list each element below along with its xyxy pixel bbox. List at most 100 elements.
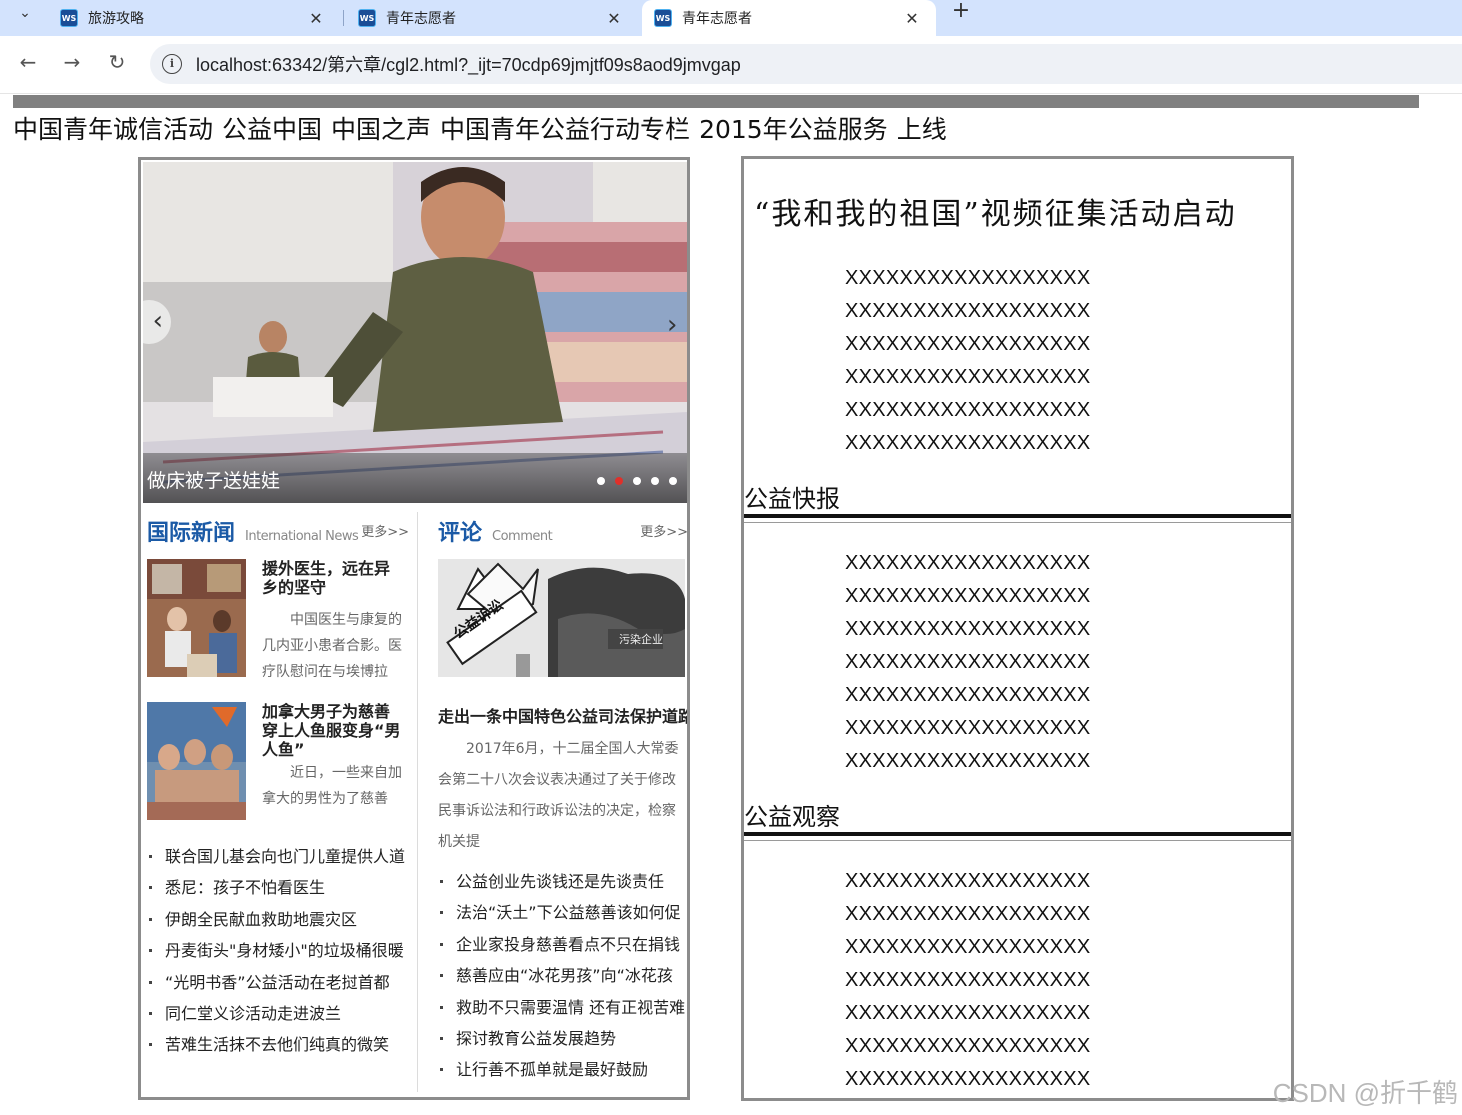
close-icon[interactable]: ✕: [604, 9, 624, 28]
placeholder-line: XXXXXXXXXXXXXXXXXX: [845, 1035, 1091, 1057]
forward-arrow-icon[interactable]: →: [58, 48, 86, 76]
placeholder-line: XXXXXXXXXXXXXXXXXX: [845, 903, 1091, 925]
carousel-caption[interactable]: 做床被子送娃娃: [147, 466, 280, 493]
list-item[interactable]: 联合国儿基会向也门儿童提供人道: [147, 841, 409, 872]
news-thumbnail[interactable]: [147, 559, 246, 677]
placeholder-line: XXXXXXXXXXXXXXXXXX: [845, 300, 1091, 322]
news-item[interactable]: 援外医生，远在异乡的坚守 中国医生与康复的几内亚小患者合影。医疗队慰问在与埃博拉: [147, 545, 409, 688]
carousel-dots: [587, 477, 677, 485]
news-thumbnail[interactable]: [147, 702, 246, 820]
reload-icon[interactable]: ↻: [103, 48, 131, 76]
list-item[interactable]: 救助不只需要温情 还有正视苦难: [438, 992, 687, 1023]
nav-link[interactable]: 公益中国: [222, 110, 322, 146]
placeholder-text-block: XXXXXXXXXXXXXXXXXX XXXXXXXXXXXXXXXXXX XX…: [845, 547, 1091, 778]
image-carousel[interactable]: 做床被子送娃娃 ‹ ›: [143, 162, 687, 503]
list-item[interactable]: 丹麦街头"身材矮小"的垃圾桶很暖: [147, 935, 409, 966]
tab-travel[interactable]: WS 旅游攻略 ✕: [48, 0, 340, 36]
intl-news-column: 国际新闻 International News 更多>> 援外医生，远在异乡的坚: [147, 515, 409, 1061]
placeholder-line: XXXXXXXXXXXXXXXXXX: [845, 651, 1091, 673]
placeholder-text-block: XXXXXXXXXXXXXXXXXX XXXXXXXXXXXXXXXXXX XX…: [845, 865, 1091, 1096]
placeholder-line: XXXXXXXXXXXXXXXXXX: [845, 267, 1091, 289]
comment-column: 评论 Comment 更多>> 公益诉讼 污染企业 走出一条中国特色公益司法保护…: [438, 515, 687, 1086]
tab-volunteer-active[interactable]: WS 青年志愿者 ✕: [642, 0, 936, 36]
placeholder-line: XXXXXXXXXXXXXXXXXX: [845, 552, 1091, 574]
close-icon[interactable]: ✕: [902, 9, 922, 28]
list-item[interactable]: 法治“沃土”下公益慈善该如何促: [438, 897, 687, 928]
placeholder-text-block: XXXXXXXXXXXXXXXXXX XXXXXXXXXXXXXXXXXX XX…: [845, 262, 1091, 460]
carousel-next-icon[interactable]: ›: [667, 310, 687, 340]
nav-link[interactable]: 2015年公益服务: [699, 110, 888, 146]
placeholder-line: XXXXXXXXXXXXXXXXXX: [845, 870, 1091, 892]
nav-link[interactable]: 上线: [897, 110, 947, 146]
tab-label: 旅游攻略: [88, 11, 144, 27]
placeholder-line: XXXXXXXXXXXXXXXXXX: [845, 1068, 1091, 1090]
placeholder-line: XXXXXXXXXXXXXXXXXX: [845, 750, 1091, 772]
url-text[interactable]: localhost:63342/第六章/cgl2.html?_ijt=70cdp…: [196, 51, 741, 77]
carousel-dot[interactable]: [633, 477, 641, 485]
carousel-dot-active[interactable]: [615, 477, 623, 485]
webstorm-icon: WS: [358, 9, 376, 27]
section-title: 国际新闻: [147, 521, 236, 546]
placeholder-line: XXXXXXXXXXXXXXXXXX: [845, 1002, 1091, 1024]
placeholder-line: XXXXXXXXXXXXXXXXXX: [845, 432, 1091, 454]
comment-headline[interactable]: 走出一条中国特色公益司法保护道路: [438, 703, 687, 727]
comment-cartoon[interactable]: 公益诉讼 污染企业: [438, 559, 685, 677]
carousel-dot[interactable]: [651, 477, 659, 485]
list-item[interactable]: 苦难生活抹不去他们纯真的微笑: [147, 1029, 409, 1060]
right-info-panel: “我和我的祖国”视频征集活动启动 XXXXXXXXXXXXXXXXXX XXXX…: [741, 156, 1294, 1101]
placeholder-line: XXXXXXXXXXXXXXXXXX: [845, 936, 1091, 958]
news-item[interactable]: 加拿大男子为慈善穿上人鱼服变身“男人鱼” 近日，一些来自加拿大的男性为了慈善: [147, 688, 409, 831]
news-summary: 中国医生与康复的几内亚小患者合影。医疗队慰问在与埃博拉: [262, 612, 402, 680]
watermark-text: CSDN @折千鹤: [1272, 1078, 1458, 1108]
more-link[interactable]: 更多>>: [361, 521, 409, 540]
section-heading-observation: 公益观察: [744, 800, 1291, 836]
comment-summary: 2017年6月，十二届全国人大常委会第二十八次会议表决通过了关于修改民事诉讼法和…: [438, 741, 679, 850]
list-item[interactable]: 慈善应由“冰花男孩”向“冰花孩: [438, 960, 687, 991]
tab-volunteer[interactable]: WS 青年志愿者 ✕: [346, 0, 638, 36]
list-item[interactable]: 悉尼：孩子不怕看医生: [147, 872, 409, 903]
list-item[interactable]: 探讨教育公益发展趋势: [438, 1023, 687, 1054]
list-item[interactable]: 伊朗全民献血救助地震灾区: [147, 904, 409, 935]
list-item[interactable]: 让行善不孤单就是最好鼓励: [438, 1054, 687, 1085]
tab-label: 青年志愿者: [682, 11, 752, 27]
news-title[interactable]: 加拿大男子为慈善穿上人鱼服变身“男人鱼”: [262, 702, 402, 759]
section-heading-quick-news: 公益快报: [744, 482, 1291, 518]
carousel-dot[interactable]: [669, 477, 677, 485]
section-subtitle: Comment: [492, 529, 553, 544]
placeholder-line: XXXXXXXXXXXXXXXXXX: [845, 684, 1091, 706]
webstorm-icon: WS: [654, 9, 672, 27]
carousel-dot[interactable]: [597, 477, 605, 485]
tab-search-chevron-icon[interactable]: ⌄: [8, 2, 42, 24]
section-divider: [744, 840, 1291, 841]
webstorm-icon: WS: [60, 9, 78, 27]
nav-link[interactable]: 中国青年诚信活动: [13, 110, 213, 146]
list-item[interactable]: 同仁堂义诊活动走进波兰: [147, 998, 409, 1029]
nav-link[interactable]: 中国之声: [331, 110, 431, 146]
comment-list: 公益创业先谈钱还是先谈责任 法治“沃土”下公益慈善该如何促 企业家投身慈善看点不…: [438, 866, 687, 1086]
tab-separator: [343, 10, 344, 26]
news-title[interactable]: 援外医生，远在异乡的坚守: [262, 559, 402, 597]
more-link[interactable]: 更多>>: [640, 521, 687, 540]
close-icon[interactable]: ✕: [306, 9, 326, 28]
site-info-icon[interactable]: i: [162, 54, 182, 74]
list-item[interactable]: 公益创业先谈钱还是先谈责任: [438, 866, 687, 897]
address-bar[interactable]: i localhost:63342/第六章/cgl2.html?_ijt=70c…: [150, 44, 1462, 84]
placeholder-line: XXXXXXXXXXXXXXXXXX: [845, 366, 1091, 388]
tab-strip: ⌄ WS 旅游攻略 ✕ WS 青年志愿者 ✕ WS 青年志愿者 ✕ +: [0, 0, 1462, 36]
back-arrow-icon[interactable]: ←: [14, 48, 42, 76]
browser-toolbar: ← → ↻ i localhost:63342/第六章/cgl2.html?_i…: [0, 36, 1462, 94]
comment-header: 评论 Comment 更多>>: [438, 515, 687, 546]
list-item[interactable]: 企业家投身慈善看点不只在捐钱: [438, 929, 687, 960]
nav-link[interactable]: 中国青年公益行动专栏: [440, 110, 690, 146]
left-news-panel: 做床被子送娃娃 ‹ › 国际新闻 International News 更多>>: [138, 157, 690, 1100]
intl-news-header: 国际新闻 International News 更多>>: [147, 515, 409, 546]
merman-photo: [147, 702, 246, 820]
news-summary: 近日，一些来自加拿大的男性为了慈善: [262, 765, 402, 807]
placeholder-line: XXXXXXXXXXXXXXXXXX: [845, 717, 1091, 739]
column-divider: [417, 512, 418, 1092]
placeholder-line: XXXXXXXXXXXXXXXXXX: [845, 969, 1091, 991]
list-item[interactable]: “光明书香”公益活动在老挝首都: [147, 967, 409, 998]
tab-label: 青年志愿者: [386, 11, 456, 27]
new-tab-plus-icon[interactable]: +: [948, 0, 974, 24]
cartoon-label-text: 污染企业: [619, 633, 663, 646]
